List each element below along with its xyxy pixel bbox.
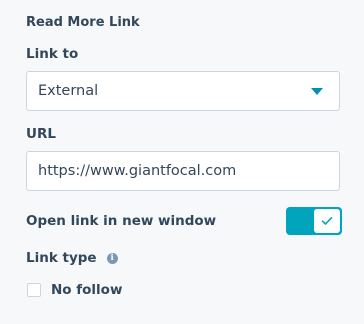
link-to-label: Link to: [26, 46, 79, 62]
info-icon[interactable]: i: [106, 252, 118, 264]
link-to-select[interactable]: External: [26, 71, 340, 111]
url-label: URL: [26, 126, 56, 142]
no-follow-checkbox[interactable]: [27, 283, 41, 297]
link-type-row: Link type i: [26, 249, 338, 267]
check-icon: [321, 217, 333, 225]
url-input[interactable]: [26, 151, 340, 191]
no-follow-label: No follow: [51, 282, 123, 298]
read-more-link-panel: Read More Link Link to External URL Open…: [0, 0, 364, 324]
link-to-selected-value: External: [38, 83, 99, 99]
link-type-label: Link type: [26, 250, 97, 266]
new-window-toggle[interactable]: [286, 207, 342, 235]
caret-down-icon: [311, 87, 323, 95]
new-window-label: Open link in new window: [26, 213, 217, 229]
toggle-knob: [313, 208, 341, 234]
section-title: Read More Link: [26, 15, 140, 30]
new-window-row: Open link in new window: [26, 206, 342, 236]
no-follow-option[interactable]: No follow: [26, 281, 338, 299]
